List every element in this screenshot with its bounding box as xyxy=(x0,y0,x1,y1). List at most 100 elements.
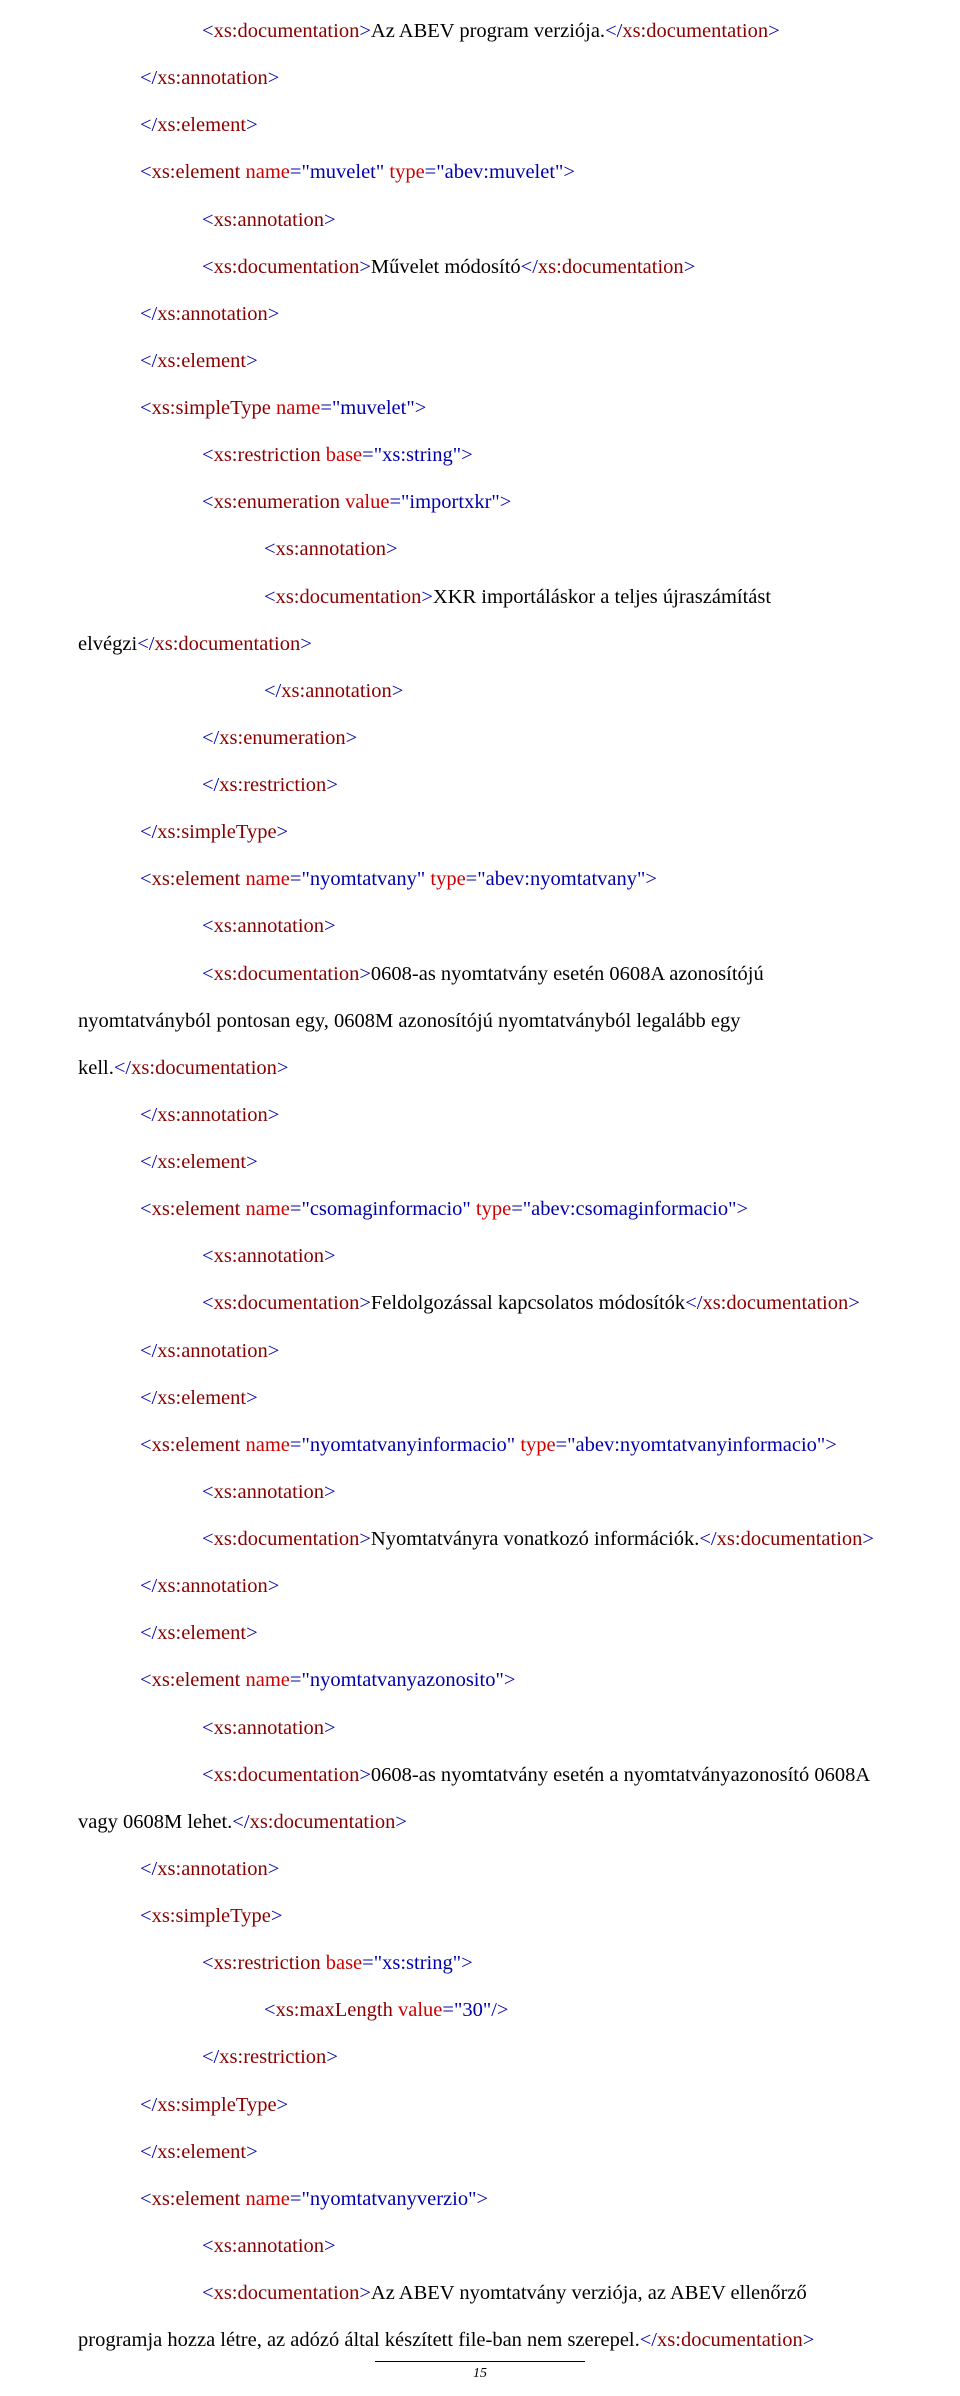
token-eq: = xyxy=(290,1669,302,1691)
token-br: </ xyxy=(521,256,538,278)
code-line: </xs:element> xyxy=(78,2141,882,2165)
token-br: < xyxy=(202,1481,214,1503)
token-tag: xs:documentation xyxy=(214,2282,360,2304)
code-line: <xs:documentation>XKR importáláskor a te… xyxy=(78,586,882,610)
token-eq: = xyxy=(511,1198,523,1220)
code-line: </xs:restriction> xyxy=(78,2046,882,2070)
token-tag: xs:element xyxy=(152,161,241,183)
code-line: elvégzi</xs:documentation> xyxy=(78,633,882,657)
token-br: > xyxy=(277,2094,289,2116)
token-tag: xs:annotation xyxy=(214,1717,324,1739)
token-br: < xyxy=(202,915,214,937)
token-att: value xyxy=(398,1999,442,2021)
token-txt: nyomtatványból pontosan egy, 0608M azono… xyxy=(78,1010,741,1032)
token-br: > xyxy=(324,1481,336,1503)
token-br: </ xyxy=(140,1622,157,1644)
token-br: > xyxy=(268,67,280,89)
token-eq: = xyxy=(389,491,401,513)
token-txt: Művelet módosító xyxy=(371,256,521,278)
token-br: > xyxy=(277,1057,289,1079)
token-tag: xs:element xyxy=(157,1622,246,1644)
token-val: "30" xyxy=(454,1999,491,2021)
code-line: </xs:simpleType> xyxy=(78,821,882,845)
token-val: "importxkr" xyxy=(401,491,500,513)
token-tag: xs:element xyxy=(152,868,241,890)
token-att: type xyxy=(476,1198,511,1220)
code-line: </xs:annotation> xyxy=(78,1858,882,1882)
token-tag: xs:element xyxy=(152,1198,241,1220)
code-line: programja hozza létre, az adózó által ké… xyxy=(78,2329,882,2353)
token-br: < xyxy=(140,397,152,419)
page-number: 15 xyxy=(473,2366,487,2381)
token-br: </ xyxy=(202,727,219,749)
token-att: type xyxy=(430,868,465,890)
page-footer: 15 xyxy=(0,2361,960,2382)
token-br: > xyxy=(324,209,336,231)
token-br: > xyxy=(324,915,336,937)
xml-code-block: <xs:documentation>Az ABEV program verzió… xyxy=(78,20,882,2376)
token-br: > xyxy=(300,633,312,655)
token-tag: xs:element xyxy=(152,1434,241,1456)
token-br: < xyxy=(140,868,152,890)
token-att: base xyxy=(326,444,362,466)
token-txt: Az ABEV program verziója. xyxy=(371,20,605,42)
token-br: </ xyxy=(140,2094,157,2116)
token-br: > xyxy=(359,20,371,42)
token-tag: xs:element xyxy=(157,2141,246,2163)
token-tag: xs:documentation xyxy=(657,2329,803,2351)
token-br: > xyxy=(268,1575,280,1597)
token-br: </ xyxy=(140,1340,157,1362)
token-br: < xyxy=(202,2235,214,2257)
token-br: > xyxy=(848,1292,860,1314)
token-tag: xs:restriction xyxy=(219,2046,326,2068)
token-br: > xyxy=(268,303,280,325)
token-br: < xyxy=(202,209,214,231)
token-tag: xs:element xyxy=(157,1387,246,1409)
token-tag: xs:documentation xyxy=(276,586,422,608)
token-br: < xyxy=(202,1292,214,1314)
token-br: </ xyxy=(699,1528,716,1550)
token-br: < xyxy=(202,20,214,42)
token-br: > xyxy=(246,1151,258,1173)
document-page: <xs:documentation>Az ABEV program verzió… xyxy=(0,0,960,2396)
token-val: "abev:nyomtatvany" xyxy=(477,868,645,890)
token-br: > xyxy=(359,1292,371,1314)
token-br: > xyxy=(684,256,696,278)
token-tag: xs:documentation xyxy=(214,20,360,42)
code-line: <xs:element name="csomaginformacio" type… xyxy=(78,1198,882,1222)
token-br: </ xyxy=(140,1387,157,1409)
token-tag: xs:annotation xyxy=(214,209,324,231)
token-br: > xyxy=(268,1340,280,1362)
token-tag: xs:element xyxy=(152,1669,241,1691)
code-line: <xs:annotation> xyxy=(78,538,882,562)
token-tag: xs:annotation xyxy=(214,915,324,937)
code-line: </xs:simpleType> xyxy=(78,2094,882,2118)
token-tag: xs:enumeration xyxy=(219,727,345,749)
code-line: <xs:simpleType name="muvelet"> xyxy=(78,397,882,421)
token-att: type xyxy=(389,161,424,183)
token-att: name xyxy=(246,1198,290,1220)
token-br: </ xyxy=(605,20,622,42)
token-eq: = xyxy=(362,1952,374,1974)
token-br: > xyxy=(277,821,289,843)
token-br: > xyxy=(346,727,358,749)
token-tag: xs:documentation xyxy=(214,1764,360,1786)
token-tag: xs:maxLength xyxy=(276,1999,393,2021)
token-br: > xyxy=(476,2188,488,2210)
token-val: "abev:csomaginformacio" xyxy=(523,1198,737,1220)
token-br: </ xyxy=(140,2141,157,2163)
token-br: > xyxy=(645,868,657,890)
token-txt: kell. xyxy=(78,1057,114,1079)
code-line: <xs:annotation> xyxy=(78,915,882,939)
token-tag: xs:documentation xyxy=(214,1292,360,1314)
token-tag: xs:restriction xyxy=(214,444,321,466)
token-tag: xs:annotation xyxy=(157,1104,267,1126)
token-br: > xyxy=(268,1104,280,1126)
token-eq: = xyxy=(425,161,437,183)
token-val: "xs:string" xyxy=(374,1952,461,1974)
token-tag: xs:documentation xyxy=(250,1811,396,1833)
token-br: > xyxy=(359,2282,371,2304)
token-br: </ xyxy=(140,67,157,89)
token-eq: = xyxy=(290,161,302,183)
token-br: </ xyxy=(140,114,157,136)
